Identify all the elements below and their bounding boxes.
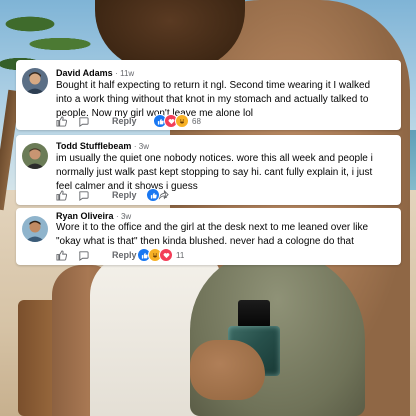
reaction-summary[interactable]: 1 [146, 188, 167, 202]
thumbs-up-outline-icon[interactable] [54, 248, 68, 262]
reaction-summary[interactable]: 68 [153, 114, 201, 128]
comment-text: Wore it to the office and the girl at th… [56, 222, 369, 247]
thumbs-up-outline-icon[interactable] [54, 188, 68, 202]
comment-card: Todd Stufflebeam · 3w im usually the qui… [16, 135, 401, 205]
reply-bubble-icon[interactable] [76, 188, 90, 202]
hand-holding-bottle [190, 340, 265, 400]
avatar[interactable] [22, 216, 48, 242]
reply-button[interactable]: Reply [112, 116, 137, 126]
comment-timestamp[interactable]: 3w [121, 212, 131, 221]
like-reaction-icon [146, 188, 160, 202]
comment-card: David Adams · 11w Bought it half expecti… [16, 60, 401, 130]
comment-card: Ryan Oliveira · 3w Wore it to the office… [16, 208, 401, 265]
reaction-count: 68 [192, 116, 201, 126]
reply-button[interactable]: Reply [112, 190, 137, 200]
comment-timestamp[interactable]: 11w [120, 69, 134, 78]
reaction-summary[interactable]: 11 [137, 248, 184, 262]
love-reaction-icon [159, 248, 173, 262]
reaction-count: 11 [176, 250, 185, 260]
haha-reaction-icon [175, 114, 189, 128]
comment-header: David Adams · 11w [56, 68, 135, 78]
avatar[interactable] [22, 143, 48, 169]
reaction-count: 1 [163, 190, 168, 200]
commenter-name[interactable]: David Adams [56, 68, 113, 78]
commenter-name[interactable]: Ryan Oliveira [56, 211, 114, 221]
reply-bubble-icon[interactable] [76, 248, 90, 262]
cologne-bottle-cap [238, 300, 270, 328]
thumbs-up-outline-icon[interactable] [54, 114, 68, 128]
commenter-name[interactable]: Todd Stufflebeam [56, 141, 131, 151]
comment-header: Todd Stufflebeam · 3w [56, 141, 149, 151]
reply-button[interactable]: Reply [112, 250, 137, 260]
reply-bubble-icon[interactable] [76, 114, 90, 128]
comment-timestamp[interactable]: 3w [139, 142, 149, 151]
avatar[interactable] [22, 68, 48, 94]
